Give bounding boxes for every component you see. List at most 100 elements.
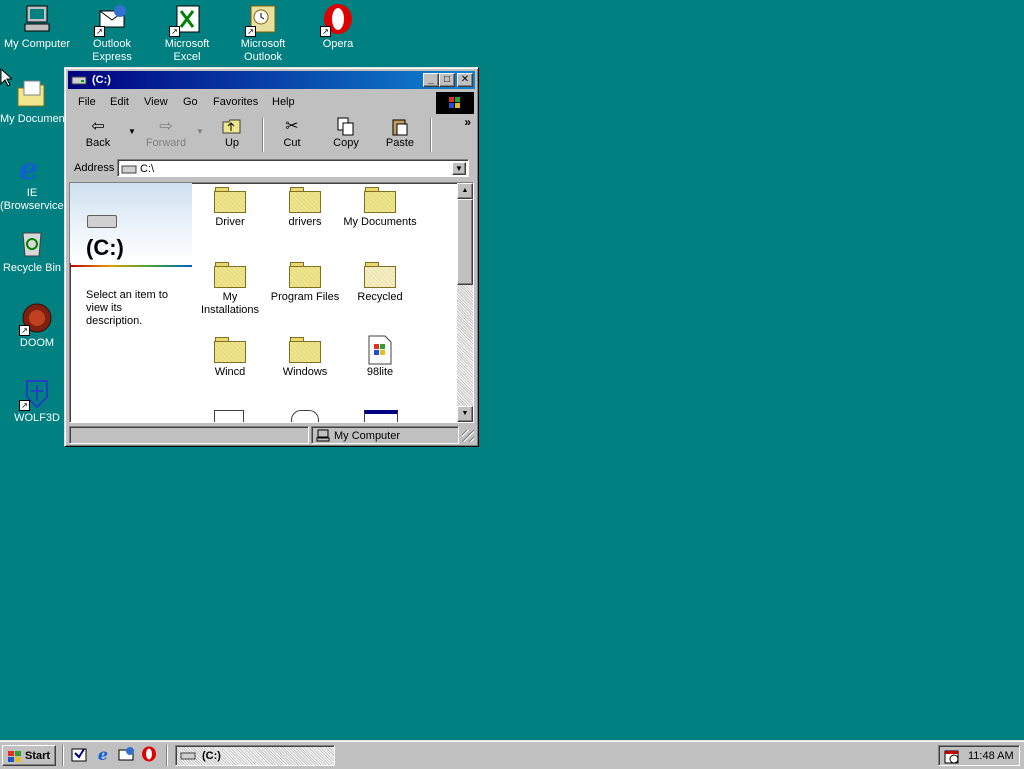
folder-item[interactable]: Windows xyxy=(267,337,343,379)
wolf3d-icon: ↗ xyxy=(19,377,53,411)
back-dropdown-icon[interactable]: ▼ xyxy=(128,127,136,136)
menu-favorites[interactable]: Favorites xyxy=(213,96,258,108)
opera-icon[interactable] xyxy=(140,746,158,764)
windows-logo-icon xyxy=(436,92,474,114)
outlook-icon: ↗ xyxy=(245,3,279,37)
folder-icon xyxy=(214,187,246,213)
excel-icon: ↗ xyxy=(169,3,203,37)
desktop-icon-label: My Documents xyxy=(0,113,64,125)
desktop-icon-wolf3d[interactable]: ↗ WOLF3D xyxy=(0,377,74,425)
desktop-icon-label: Recycle Bin xyxy=(2,262,62,274)
folder-icon xyxy=(364,187,396,213)
desktop-icon-label: IE (Browservice) xyxy=(0,187,64,212)
outlook-express-icon[interactable] xyxy=(117,746,135,764)
colored-divider xyxy=(70,265,192,267)
desktop-icon-microsoft-excel[interactable]: ↗ Microsoft Excel xyxy=(150,3,224,64)
recycled-folder-icon xyxy=(364,262,396,288)
address-input[interactable]: C:\ ▼ xyxy=(117,159,469,177)
scroll-thumb[interactable] xyxy=(457,199,473,285)
folder-item[interactable]: Wincd xyxy=(192,337,268,379)
task-scheduler-icon[interactable] xyxy=(944,749,960,764)
back-button[interactable]: ⇦ Back xyxy=(74,117,122,153)
forward-dropdown-icon[interactable]: ▼ xyxy=(196,127,204,136)
folder-item[interactable]: drivers xyxy=(267,187,343,229)
internet-explorer-icon: e xyxy=(16,152,48,187)
menu-help[interactable]: Help xyxy=(272,96,295,108)
clock[interactable]: 11:48 AM xyxy=(968,750,1014,762)
shortcut-arrow-icon: ↗ xyxy=(94,26,105,37)
mouse-cursor-icon xyxy=(0,68,12,87)
folder-icon xyxy=(289,187,321,213)
shortcut-arrow-icon: ↗ xyxy=(320,26,331,37)
scroll-down-button[interactable]: ▼ xyxy=(457,406,473,422)
desktop-icon-outlook-express[interactable]: ↗ Outlook Express xyxy=(75,3,149,64)
desktop-icon-opera[interactable]: ↗ Opera xyxy=(301,3,375,51)
desktop-icon-label: My Computer xyxy=(3,38,71,50)
system-tray: 11:48 AM xyxy=(938,745,1020,766)
outlook-express-icon: ↗ xyxy=(94,3,128,37)
folder-item[interactable]: Program Files xyxy=(267,262,343,304)
hard-drive-icon xyxy=(87,215,117,228)
task-button-drive-c[interactable]: (C:) xyxy=(175,745,335,766)
toolbar-more-chevron-icon[interactable]: » xyxy=(464,115,471,129)
folder-icon xyxy=(289,262,321,288)
up-button[interactable]: Up xyxy=(208,117,256,153)
forward-arrow-icon: ⇨ xyxy=(159,118,173,135)
folder-item[interactable]: Recycled xyxy=(342,262,418,304)
status-bar: My Computer xyxy=(69,426,474,444)
address-label: Address xyxy=(74,162,115,174)
menu-edit[interactable]: Edit xyxy=(110,96,129,108)
menu-bar: File Edit View Go Favorites Help xyxy=(70,92,436,112)
drive-title: (C:) xyxy=(86,235,124,260)
close-button[interactable]: ✕ xyxy=(457,73,473,87)
folder-icon xyxy=(214,262,246,288)
computer-icon xyxy=(316,429,330,442)
doom-icon: ↗ xyxy=(19,302,53,336)
folder-item[interactable]: Driver xyxy=(192,187,268,229)
menu-file[interactable]: File xyxy=(78,96,96,108)
file-item-partial[interactable] xyxy=(214,410,244,422)
menu-view[interactable]: View xyxy=(144,96,168,108)
opera-icon: ↗ xyxy=(320,3,354,37)
cut-button[interactable]: ✂ Cut xyxy=(268,117,316,153)
explorer-window[interactable]: (C:) _ □ ✕ File Edit View Go Favorites H… xyxy=(64,67,479,447)
paste-button[interactable]: Paste xyxy=(376,117,424,153)
webview-info-pane: (C:) Select an item to view its descript… xyxy=(70,183,192,422)
desktop-icon-microsoft-outlook[interactable]: ↗ Microsoft Outlook xyxy=(226,3,300,64)
address-dropdown-button[interactable]: ▼ xyxy=(452,162,466,175)
menu-go[interactable]: Go xyxy=(183,96,198,108)
internet-explorer-icon[interactable]: e xyxy=(94,746,112,764)
file-item-partial[interactable] xyxy=(291,410,319,422)
desktop-icon-ie[interactable]: e IE (Browservice) xyxy=(0,152,64,213)
start-button[interactable]: Start xyxy=(2,745,56,766)
vertical-scrollbar[interactable]: ▲ ▼ xyxy=(457,183,473,422)
desktop-icon-my-computer[interactable]: My Computer xyxy=(0,3,74,51)
recycle-bin-icon xyxy=(16,227,48,259)
file-item[interactable]: 98lite xyxy=(342,335,418,379)
file-item-partial[interactable] xyxy=(364,410,398,422)
copy-button[interactable]: Copy xyxy=(322,117,370,153)
desktop-icon-label: Opera xyxy=(322,38,354,50)
item-description: Select an item to view its description. xyxy=(86,289,168,327)
window-title-bar[interactable]: (C:) _ □ ✕ xyxy=(68,71,475,89)
folder-item[interactable]: My Documents xyxy=(342,187,418,229)
shortcut-arrow-icon: ↗ xyxy=(19,325,30,336)
documents-folder-icon xyxy=(16,78,48,110)
taskbar-divider xyxy=(166,745,168,766)
windows-logo-icon xyxy=(8,751,21,762)
paste-icon xyxy=(376,117,424,137)
drive-icon xyxy=(71,76,87,85)
desktop-icon-recycle-bin[interactable]: Recycle Bin xyxy=(0,227,64,275)
desktop-icon-doom[interactable]: ↗ DOOM xyxy=(0,302,74,350)
minimize-button[interactable]: _ xyxy=(423,73,439,87)
show-desktop-icon[interactable] xyxy=(70,746,88,764)
folder-icon xyxy=(214,337,246,363)
folder-item[interactable]: My Installations xyxy=(192,262,268,317)
resize-grip-icon[interactable] xyxy=(462,430,474,442)
scroll-up-button[interactable]: ▲ xyxy=(457,183,473,199)
drive-icon xyxy=(121,165,137,174)
toolbar-separator xyxy=(430,118,432,152)
folder-view[interactable]: (C:) Select an item to view its descript… xyxy=(69,182,474,423)
maximize-button[interactable]: □ xyxy=(439,73,455,87)
forward-button[interactable]: ⇨ Forward xyxy=(142,117,190,153)
